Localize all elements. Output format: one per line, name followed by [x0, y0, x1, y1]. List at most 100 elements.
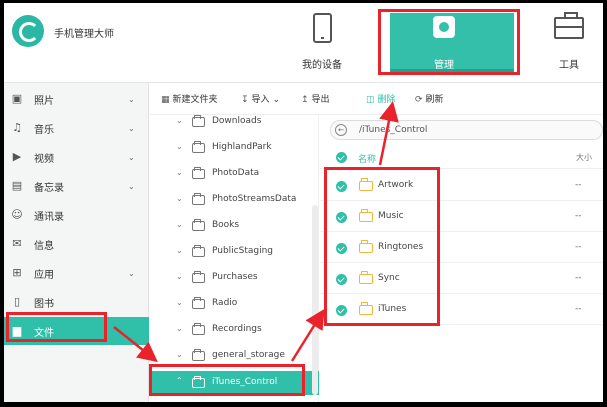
tree-item-label: Purchases: [212, 272, 258, 282]
tree-item[interactable]: ⌄ general_storage: [149, 346, 319, 368]
list-item-name: iTunes: [378, 304, 407, 314]
chevron-down-icon[interactable]: ⌄: [128, 269, 135, 278]
tab-tools[interactable]: 工具: [524, 11, 603, 73]
chevron-down-icon: ⌄: [272, 95, 280, 105]
chevron-down-icon[interactable]: ⌄: [176, 246, 183, 255]
sidebar-item-photos[interactable]: ▣ 照片 ⌄: [4, 85, 149, 113]
column-header-name[interactable]: 名称: [358, 152, 376, 165]
tree-item[interactable]: ⌄ Books: [149, 216, 319, 238]
sidebar-item-label: 图书: [34, 298, 54, 310]
refresh-button[interactable]: ⟳ 刷新: [415, 92, 444, 105]
apps-icon: ⊞: [12, 266, 22, 279]
message-icon: ✉: [12, 237, 22, 250]
new-folder-icon: ▦: [161, 95, 170, 105]
folder-icon: [192, 141, 205, 153]
row-checkbox[interactable]: [336, 212, 347, 223]
sidebar-item-messages[interactable]: ✉ 信息: [4, 230, 149, 258]
sidebar-item-label: 照片: [34, 95, 54, 107]
list-item[interactable]: Music --: [320, 201, 603, 232]
list-header: 名称 大小: [320, 147, 603, 169]
refresh-icon: ⟳: [415, 95, 423, 105]
tree-item-selected[interactable]: ⌃ iTunes_Control: [149, 371, 319, 395]
video-icon: ▶: [12, 150, 22, 163]
row-checkbox[interactable]: [336, 243, 347, 254]
sidebar-item-apps[interactable]: ⊞ 应用 ⌄: [4, 259, 149, 287]
chevron-down-icon[interactable]: ⌄: [176, 324, 183, 333]
sidebar-item-music[interactable]: ♫ 音乐 ⌄: [4, 114, 149, 142]
tree-item-label: Radio: [212, 298, 238, 308]
sidebar-item-files[interactable]: ▆ 文件: [4, 317, 149, 345]
new-folder-button[interactable]: ▦ 新建文件夹: [161, 92, 218, 105]
column-header-size[interactable]: 大小: [576, 152, 592, 163]
trash-icon: ◫: [366, 95, 375, 105]
sidebar-item-label: 文件: [34, 327, 54, 339]
chevron-down-icon[interactable]: ⌄: [176, 298, 183, 307]
sidebar-item-label: 信息: [34, 240, 54, 252]
chevron-down-icon[interactable]: ⌄: [176, 272, 183, 281]
tab-my-devices[interactable]: 我的设备: [277, 11, 367, 73]
tree-item-label: Downloads: [212, 116, 262, 126]
tree-item[interactable]: ⌄ Radio: [149, 294, 319, 316]
chevron-down-icon[interactable]: ⌄: [176, 194, 183, 203]
chevron-down-icon[interactable]: ⌄: [176, 142, 183, 151]
tree-item[interactable]: ⌄ Recordings: [149, 320, 319, 342]
list-item[interactable]: Artwork --: [320, 170, 603, 201]
folder-icon: [192, 271, 205, 283]
gear-icon: [433, 16, 455, 38]
list-item-size: --: [575, 211, 582, 221]
file-list-panel: ← /iTunes_Control 名称 大小 Artwork -- Music…: [320, 115, 603, 402]
chevron-down-icon[interactable]: ⌄: [128, 95, 135, 104]
toolbox-icon: [554, 12, 584, 39]
list-item[interactable]: Sync --: [320, 263, 603, 294]
row-checkbox[interactable]: [336, 274, 347, 285]
row-checkbox[interactable]: [336, 181, 347, 192]
folder-icon: [359, 302, 373, 315]
chevron-down-icon[interactable]: ⌄: [128, 182, 135, 191]
chevron-down-icon[interactable]: ⌄: [176, 116, 183, 125]
sidebar-item-books[interactable]: ▯ 图书: [4, 288, 149, 316]
row-checkbox[interactable]: [336, 305, 347, 316]
delete-button[interactable]: ◫ 删除: [366, 92, 396, 105]
list-item[interactable]: iTunes --: [320, 294, 603, 325]
tree-item[interactable]: ⌄ PhotoStreamsData: [149, 190, 319, 212]
import-button[interactable]: ↧ 导入 ⌄: [241, 92, 280, 105]
tree-item[interactable]: ⌄ Purchases: [149, 268, 319, 290]
tab-label: 我的设备: [302, 60, 342, 71]
list-item-size: --: [575, 242, 582, 252]
sidebar-item-label: 备忘录: [34, 182, 64, 194]
book-icon: ▯: [13, 295, 21, 308]
tree-item[interactable]: ⌄ PhotoData: [149, 164, 319, 186]
refresh-label: 刷新: [425, 95, 444, 105]
back-icon[interactable]: ←: [335, 124, 347, 136]
sidebar-item-memo[interactable]: ▤ 备忘录 ⌄: [4, 172, 149, 200]
export-button[interactable]: ↥ 导出: [301, 92, 330, 105]
header: 手机管理大师 我的设备 管理 工具: [4, 3, 603, 83]
file-icon: ▆: [12, 324, 22, 337]
tree-item[interactable]: ⌄ Downloads: [149, 112, 319, 134]
list-item[interactable]: Ringtones --: [320, 232, 603, 263]
delete-label: 删除: [377, 95, 396, 105]
chevron-up-icon[interactable]: ⌃: [176, 376, 183, 385]
import-label: 导入: [251, 95, 270, 105]
tree-item[interactable]: ⌄ HighlandPark: [149, 138, 319, 160]
chevron-down-icon[interactable]: ⌄: [176, 168, 183, 177]
tab-manage[interactable]: 管理: [399, 11, 489, 73]
tree-item[interactable]: ⌄ PublicStaging: [149, 242, 319, 264]
chevron-down-icon[interactable]: ⌄: [176, 220, 183, 229]
select-all-checkbox[interactable]: [336, 152, 347, 163]
chevron-down-icon[interactable]: ⌄: [128, 124, 135, 133]
file-toolbar: ▦ 新建文件夹 ↧ 导入 ⌄ ↥ 导出 ◫ 删除 ⟳ 刷新: [149, 83, 603, 115]
folder-icon: [359, 178, 373, 191]
sidebar-item-label: 通讯录: [34, 211, 64, 223]
tree-item-label: Books: [212, 220, 240, 230]
export-icon: ↥: [301, 95, 309, 105]
sidebar-item-contacts[interactable]: ☺ 通讯录: [4, 201, 149, 229]
tab-label: 管理: [434, 60, 454, 71]
chevron-down-icon[interactable]: ⌄: [128, 153, 135, 162]
chevron-down-icon[interactable]: ⌄: [176, 350, 183, 359]
memo-icon: ▤: [11, 179, 23, 192]
sidebar-item-video[interactable]: ▶ 视频 ⌄: [4, 143, 149, 171]
tree-item-label: general_storage: [212, 350, 285, 360]
path-text: /iTunes_Control: [359, 125, 428, 135]
tree-scrollbar[interactable]: [312, 205, 318, 395]
